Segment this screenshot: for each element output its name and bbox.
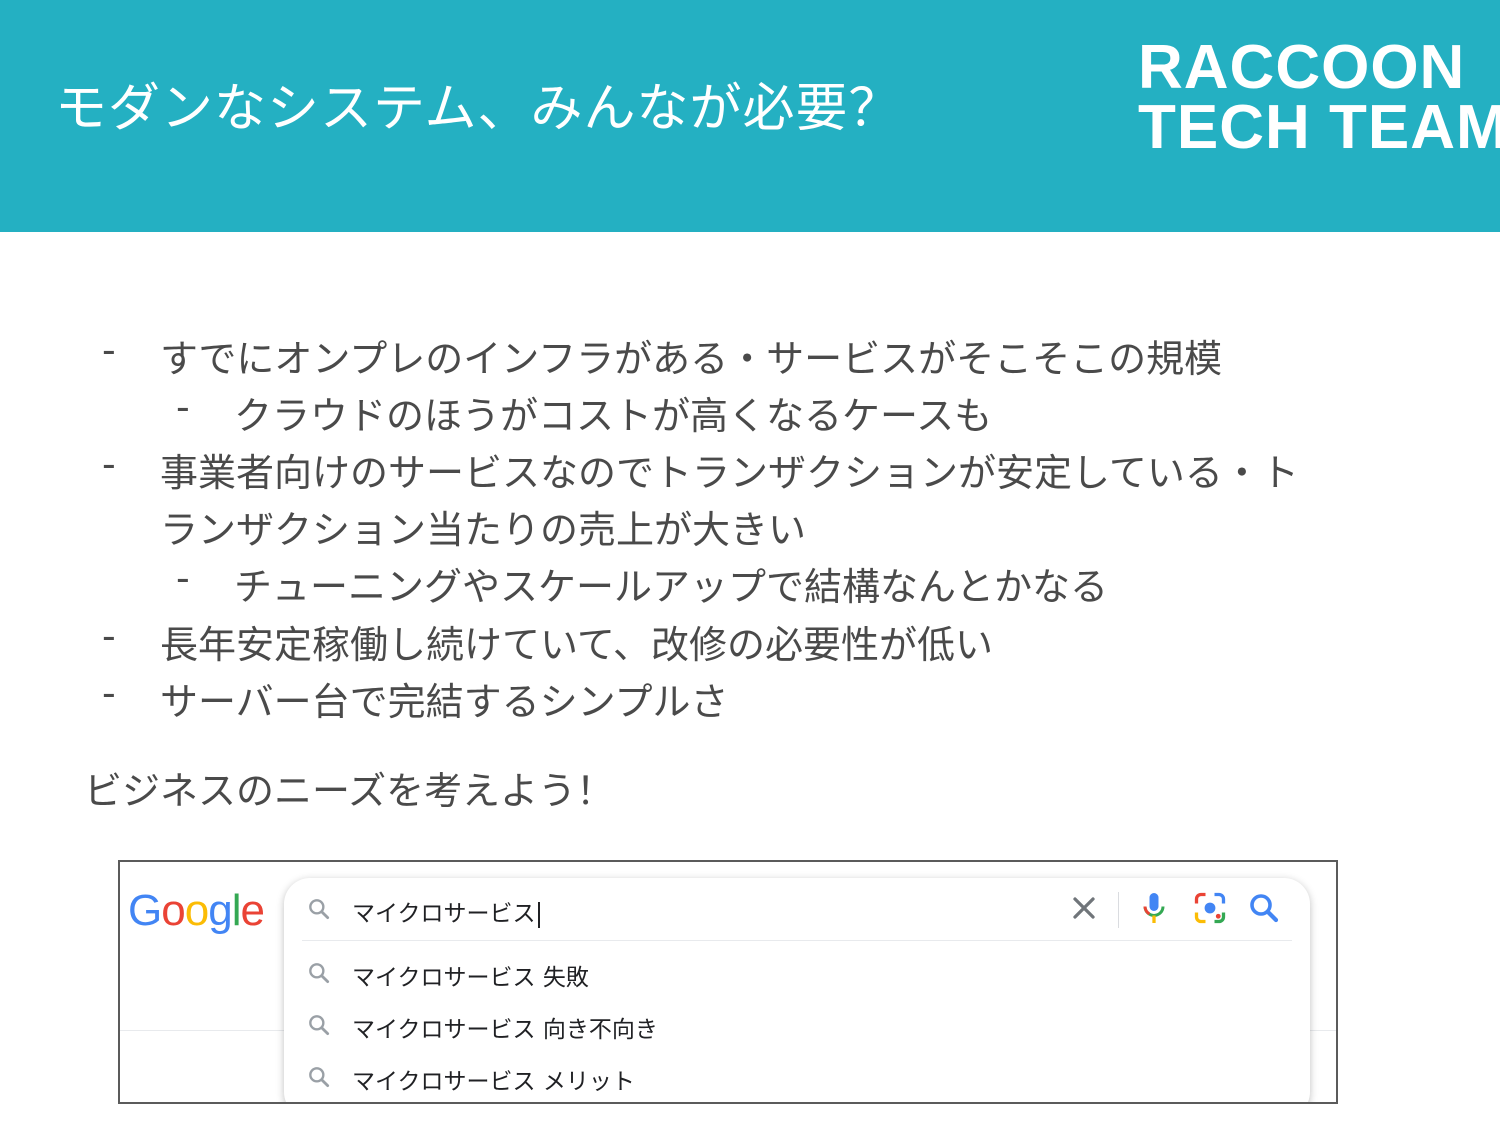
- search-icon: [309, 1067, 330, 1088]
- text-caret: [537, 901, 540, 928]
- search-box: マイクロサービス マイクロサービス 失敗 マイクロサービス 向き不向き マイクロ…: [284, 878, 1310, 1102]
- closing-message: ビジネスのニーズを考えよう！: [84, 769, 615, 813]
- microphone-icon[interactable]: [1136, 890, 1172, 926]
- logo-letter: o: [184, 886, 210, 935]
- logo-letter: g: [208, 886, 233, 935]
- suggestion-item[interactable]: マイクロサービス メリット: [284, 1058, 1310, 1098]
- search-icon: [309, 899, 330, 920]
- slide-header: モダンなシステム、みんなが必要？ RACCOON TECH TEAM: [0, 0, 1500, 232]
- bullet-text: 長年安定稼働し続けていて、改修の必要性が低い: [160, 623, 993, 667]
- clear-icon[interactable]: [1066, 890, 1102, 926]
- logo-letter: G: [128, 886, 162, 935]
- suggestion-divider: [302, 940, 1292, 941]
- suggestion-item[interactable]: マイクロサービス 失敗: [284, 954, 1310, 994]
- bullet-text: サーバー台で完結するシンプルさ: [160, 680, 729, 724]
- bullet-text: クラウドのほうがコストが高くなるケースも: [234, 394, 993, 438]
- suggestion-text: マイクロサービス 失敗: [352, 965, 589, 991]
- google-search-screenshot: Google マイクロサービス マイクロサービス 失敗 マイクロサービス 向き不…: [118, 860, 1338, 1104]
- suggestion-item[interactable]: マイクロサービス 向き不向き: [284, 1006, 1310, 1046]
- slide-title: モダンなシステム、みんなが必要？: [55, 79, 902, 139]
- suggestion-text: マイクロサービス 向き不向き: [352, 1017, 658, 1043]
- bullet-dash: -: [102, 671, 116, 715]
- bullet-dash: -: [176, 385, 190, 429]
- logo-line-2: TECH TEAM: [1138, 93, 1500, 162]
- suggestion-text: マイクロサービス メリット: [352, 1069, 635, 1095]
- bullet-text: ランザクション当たりの売上が大きい: [160, 508, 807, 552]
- bullet-dash: -: [102, 442, 116, 486]
- button-separator: [1118, 892, 1119, 928]
- bullet-dash: -: [102, 328, 116, 372]
- bullet-text: チューニングやスケールアップで結構なんとかなる: [234, 565, 1109, 609]
- logo-line-1: RACCOON: [1138, 33, 1466, 102]
- search-submit-icon[interactable]: [1246, 890, 1282, 926]
- search-icon: [309, 1015, 330, 1036]
- bullet-dash: -: [102, 614, 116, 658]
- raccoon-tech-team-logo: RACCOON TECH TEAM: [1138, 33, 1500, 162]
- logo-letter: e: [240, 886, 265, 935]
- camera-lens-icon[interactable]: [1192, 890, 1228, 926]
- bullet-text: すでにオンプレのインフラがある・サービスがそこそこの規模: [160, 337, 1223, 381]
- search-query: マイクロサービス: [352, 894, 540, 928]
- query-text: マイクロサービス: [352, 901, 536, 927]
- logo-letter: o: [161, 886, 186, 935]
- google-logo[interactable]: Google: [128, 886, 265, 936]
- bullet-dash: -: [176, 556, 190, 600]
- bullet-text: 事業者向けのサービスなのでトランザクションが安定している・ト: [160, 451, 1299, 495]
- search-icon: [309, 963, 330, 984]
